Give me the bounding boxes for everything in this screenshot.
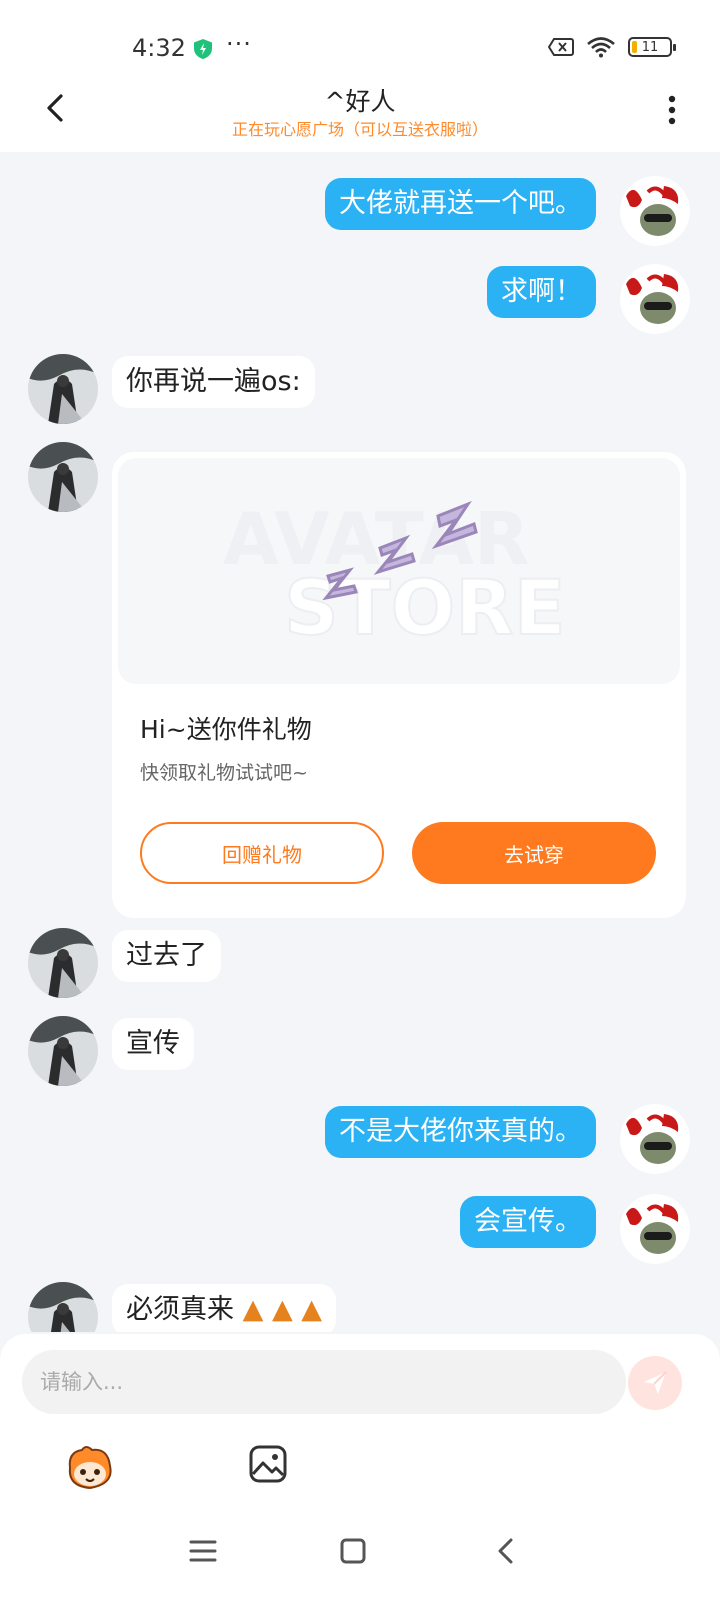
contact-avatar[interactable] [28,1016,98,1086]
more-vertical-icon[interactable] [662,92,682,128]
message-list[interactable]: 大佬就再送一个吧。 求啊！ 你再说一遍os: AVATAR STORE Hi~送… [0,152,720,1332]
status-more-dots: ··· [226,30,252,58]
gift-preview[interactable]: AVATAR STORE [118,458,680,684]
contact-message-bubble[interactable]: 必须真来 ▲ ▲ ▲ [112,1284,337,1332]
contact-activity-status: 正在玩心愿广场（可以互送衣服啦） [231,120,488,139]
system-nav-bar [0,1510,720,1600]
chat-header: ^好人 正在玩心愿广场（可以互送衣服啦） [0,78,720,152]
contact-avatar[interactable] [28,442,98,512]
message-text: 必须真来 [126,1294,234,1325]
status-time: 4:32 [132,34,186,62]
mascot-icon[interactable] [64,1444,116,1492]
return-gift-button[interactable]: 回赠礼物 [140,822,384,884]
contact-message-bubble[interactable]: 宣传 [112,1018,194,1070]
status-bar: 4:32 ··· 11 [0,0,720,78]
square-icon[interactable] [336,1534,370,1568]
gift-card[interactable]: AVATAR STORE Hi~送你件礼物 快领取礼物试试吧~ 回赠礼物 去试穿 [112,452,686,918]
contact-name: ^好人 [324,87,396,116]
my-avatar[interactable] [620,176,690,246]
gift-description: 快领取礼物试试吧~ [140,762,308,784]
battery-indicator: 11 [628,37,676,57]
contact-avatar[interactable] [28,928,98,998]
send-button[interactable] [628,1356,682,1410]
security-shield-icon [194,39,212,59]
menu-icon[interactable] [186,1534,220,1568]
my-message-bubble[interactable]: 会宣传。 [460,1196,596,1248]
contact-avatar[interactable] [28,354,98,424]
send-icon [644,1371,667,1394]
image-icon[interactable] [248,1444,288,1484]
my-avatar[interactable] [620,1194,690,1264]
my-message-bubble[interactable]: 不是大佬你来真的。 [325,1106,596,1158]
gift-title: Hi~送你件礼物 [140,715,312,744]
back-icon[interactable] [490,1534,524,1568]
contact-message-bubble[interactable]: 过去了 [112,930,221,982]
try-on-button[interactable]: 去试穿 [412,822,656,884]
contact-message-bubble[interactable]: 你再说一遍os: [112,356,315,408]
data-off-icon [548,38,574,56]
my-avatar[interactable] [620,1104,690,1174]
my-message-bubble[interactable]: 大佬就再送一个吧。 [325,178,596,230]
wifi-icon [587,37,615,58]
my-message-bubble[interactable]: 求啊！ [487,266,596,318]
my-avatar[interactable] [620,264,690,334]
message-input[interactable] [22,1350,626,1414]
battery-level: 11 [641,39,659,55]
watermark-store: STORE [284,563,566,652]
contact-avatar[interactable] [28,1282,98,1332]
emoji-icon: ▲ ▲ ▲ [242,1294,323,1325]
